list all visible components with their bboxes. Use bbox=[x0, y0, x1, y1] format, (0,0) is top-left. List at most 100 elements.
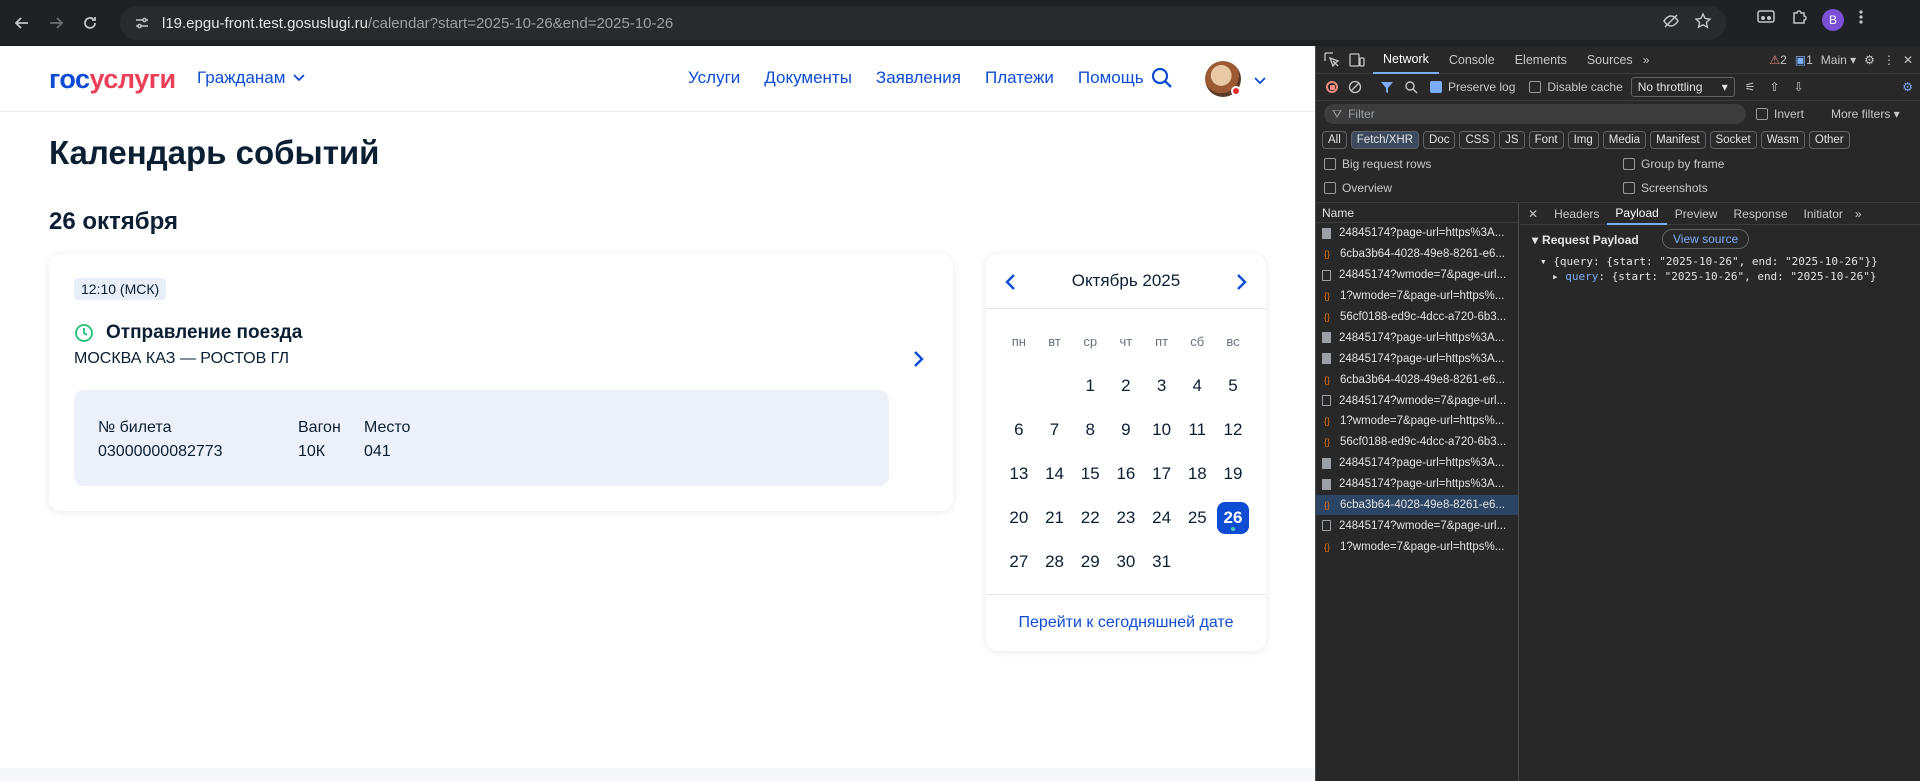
more-tabs-icon[interactable]: » bbox=[1855, 207, 1862, 221]
calendar-day[interactable]: 15 bbox=[1072, 452, 1108, 496]
star-icon[interactable] bbox=[1694, 11, 1712, 35]
tab-console[interactable]: Console bbox=[1439, 46, 1505, 74]
type-chip[interactable]: Font bbox=[1528, 131, 1564, 149]
view-source-button[interactable]: View source bbox=[1662, 229, 1750, 249]
request-row[interactable]: {} 1?wmode=7&page-url=https%... bbox=[1316, 411, 1518, 432]
calendar-day[interactable]: 4 bbox=[1179, 364, 1215, 408]
chevron-right-icon[interactable] bbox=[1236, 273, 1248, 296]
payload-line-2[interactable]: ▸ query: {start: "2025-10-26", end: "202… bbox=[1552, 270, 1877, 283]
close-icon[interactable]: ✕ bbox=[1903, 53, 1913, 67]
type-chip[interactable]: Img bbox=[1567, 131, 1599, 149]
calendar-day[interactable]: 30 bbox=[1108, 540, 1144, 584]
request-row[interactable]: 24845174?wmode=7&page-url... bbox=[1316, 390, 1518, 411]
calendar-day[interactable]: 1 bbox=[1072, 364, 1108, 408]
request-row[interactable]: 24845174?page-url=https%3A... bbox=[1316, 223, 1518, 244]
request-row[interactable]: 24845174?page-url=https%3A... bbox=[1316, 453, 1518, 474]
throttling-select[interactable]: No throttling ▾ bbox=[1630, 77, 1735, 97]
detail-tab-response[interactable]: Response bbox=[1725, 203, 1795, 225]
invert-checkbox[interactable]: Invert bbox=[1756, 107, 1804, 121]
request-row[interactable]: {} 1?wmode=7&page-url=https%... bbox=[1316, 536, 1518, 557]
calendar-day[interactable]: 2 bbox=[1108, 364, 1144, 408]
calendar-day[interactable]: 6 bbox=[1001, 408, 1037, 452]
type-chip[interactable]: All bbox=[1322, 131, 1347, 149]
request-row[interactable]: 24845174?page-url=https%3A... bbox=[1316, 474, 1518, 495]
device-toggle-icon[interactable] bbox=[1349, 52, 1365, 67]
preserve-log-checkbox[interactable]: Preserve log bbox=[1430, 80, 1515, 94]
address-bar[interactable]: l19.epgu-front.test.gosuslugi.ru/calenda… bbox=[120, 6, 1726, 40]
type-chip[interactable]: Doc bbox=[1423, 131, 1456, 149]
calendar-day[interactable]: 26 bbox=[1215, 496, 1251, 540]
request-row[interactable]: {} 1?wmode=7&page-url=https%... bbox=[1316, 286, 1518, 307]
request-row[interactable]: {} 6cba3b64-4028-49e8-8261-e6... bbox=[1316, 369, 1518, 390]
event-card[interactable]: 12:10 (МСК) Отправление поезда МОСКВА КА… bbox=[49, 254, 953, 511]
settings-gear-icon[interactable]: ⚙ bbox=[1864, 53, 1875, 67]
tab-network[interactable]: Network bbox=[1373, 46, 1439, 74]
calendar-day[interactable]: 16 bbox=[1108, 452, 1144, 496]
more-filters-dropdown[interactable]: More filters ▾ bbox=[1831, 107, 1900, 121]
more-tabs-icon[interactable]: » bbox=[1643, 53, 1650, 67]
payload-section-title[interactable]: ▾ Request Payload bbox=[1532, 233, 1639, 247]
request-row[interactable]: {} 6cba3b64-4028-49e8-8261-e6... bbox=[1316, 494, 1518, 516]
extensions-icon[interactable] bbox=[1790, 8, 1808, 31]
big-rows-checkbox[interactable]: Big request rows bbox=[1324, 157, 1431, 171]
request-row[interactable]: 24845174?page-url=https%3A... bbox=[1316, 327, 1518, 348]
detail-tab-initiator[interactable]: Initiator bbox=[1796, 203, 1851, 225]
chevron-left-icon[interactable] bbox=[1004, 273, 1016, 296]
calendar-day[interactable]: 8 bbox=[1072, 408, 1108, 452]
clear-icon[interactable] bbox=[1348, 80, 1362, 94]
today-link[interactable]: Перейти к сегодняшней дате bbox=[986, 594, 1266, 651]
calendar-day[interactable]: 5 bbox=[1215, 364, 1251, 408]
search-icon[interactable] bbox=[1150, 66, 1174, 95]
nav-documents[interactable]: Документы bbox=[764, 68, 852, 88]
tab-sources[interactable]: Sources bbox=[1577, 46, 1643, 74]
download-icon[interactable]: ⇩ bbox=[1794, 80, 1804, 94]
more-vertical-icon[interactable] bbox=[1858, 8, 1864, 31]
inspect-icon[interactable] bbox=[1324, 52, 1339, 67]
calendar-day[interactable]: 19 bbox=[1215, 452, 1251, 496]
calendar-day[interactable]: 12 bbox=[1215, 408, 1251, 452]
type-chip[interactable]: CSS bbox=[1459, 131, 1496, 149]
messages-icon[interactable]: ▣1 bbox=[1795, 53, 1813, 67]
calendar-day[interactable]: 28 bbox=[1037, 540, 1073, 584]
type-chip[interactable]: JS bbox=[1499, 131, 1525, 149]
settings-gear-icon[interactable]: ⚙ bbox=[1902, 80, 1913, 94]
profile-avatar[interactable]: B bbox=[1822, 8, 1844, 31]
wifi-settings-icon[interactable]: ⚟ bbox=[1745, 80, 1756, 94]
request-row[interactable]: {} 6cba3b64-4028-49e8-8261-e6... bbox=[1316, 244, 1518, 265]
type-chip[interactable]: Wasm bbox=[1760, 131, 1805, 149]
upload-icon[interactable]: ⇧ bbox=[1770, 80, 1780, 94]
nav-payments[interactable]: Платежи bbox=[985, 68, 1054, 88]
nav-services[interactable]: Услуги bbox=[688, 68, 740, 88]
close-icon[interactable]: ✕ bbox=[1528, 207, 1538, 221]
more-vertical-icon[interactable]: ⋮ bbox=[1883, 53, 1895, 67]
calendar-day[interactable]: 7 bbox=[1037, 408, 1073, 452]
type-chip[interactable]: Manifest bbox=[1650, 131, 1706, 149]
calendar-day[interactable]: 3 bbox=[1144, 364, 1180, 408]
eye-off-icon[interactable] bbox=[1662, 12, 1680, 35]
search-icon[interactable] bbox=[1404, 80, 1418, 94]
type-chip[interactable]: Fetch/XHR bbox=[1350, 131, 1420, 149]
back-button[interactable] bbox=[8, 9, 36, 37]
filter-input[interactable]: ⛛ Filter bbox=[1324, 104, 1746, 124]
calendar-day[interactable]: 21 bbox=[1037, 496, 1073, 540]
request-row[interactable]: {} 56cf0188-ed9c-4dcc-a720-6b3... bbox=[1316, 432, 1518, 453]
calendar-day[interactable]: 11 bbox=[1179, 408, 1215, 452]
detail-tab-headers[interactable]: Headers bbox=[1546, 203, 1607, 225]
chevron-down-icon[interactable] bbox=[1254, 72, 1266, 90]
detail-tab-preview[interactable]: Preview bbox=[1667, 203, 1726, 225]
type-chip[interactable]: Other bbox=[1808, 131, 1850, 149]
citizens-menu[interactable]: Гражданам bbox=[197, 68, 306, 88]
calendar-day[interactable]: 18 bbox=[1179, 452, 1215, 496]
filter-icon[interactable] bbox=[1380, 80, 1394, 94]
gosuslugi-logo[interactable]: госуслуги bbox=[49, 64, 176, 95]
site-info-icon[interactable] bbox=[134, 14, 152, 32]
type-chip[interactable]: Socket bbox=[1709, 131, 1757, 149]
calendar-day[interactable]: 29 bbox=[1072, 540, 1108, 584]
nav-help[interactable]: Помощь bbox=[1078, 68, 1144, 88]
calendar-day[interactable]: 17 bbox=[1144, 452, 1180, 496]
calendar-day[interactable]: 20 bbox=[1001, 496, 1037, 540]
context-selector[interactable]: Main ▾ bbox=[1821, 53, 1856, 67]
forward-button[interactable] bbox=[42, 9, 70, 37]
calendar-day[interactable]: 14 bbox=[1037, 452, 1073, 496]
detail-tab-payload[interactable]: Payload bbox=[1607, 203, 1667, 225]
